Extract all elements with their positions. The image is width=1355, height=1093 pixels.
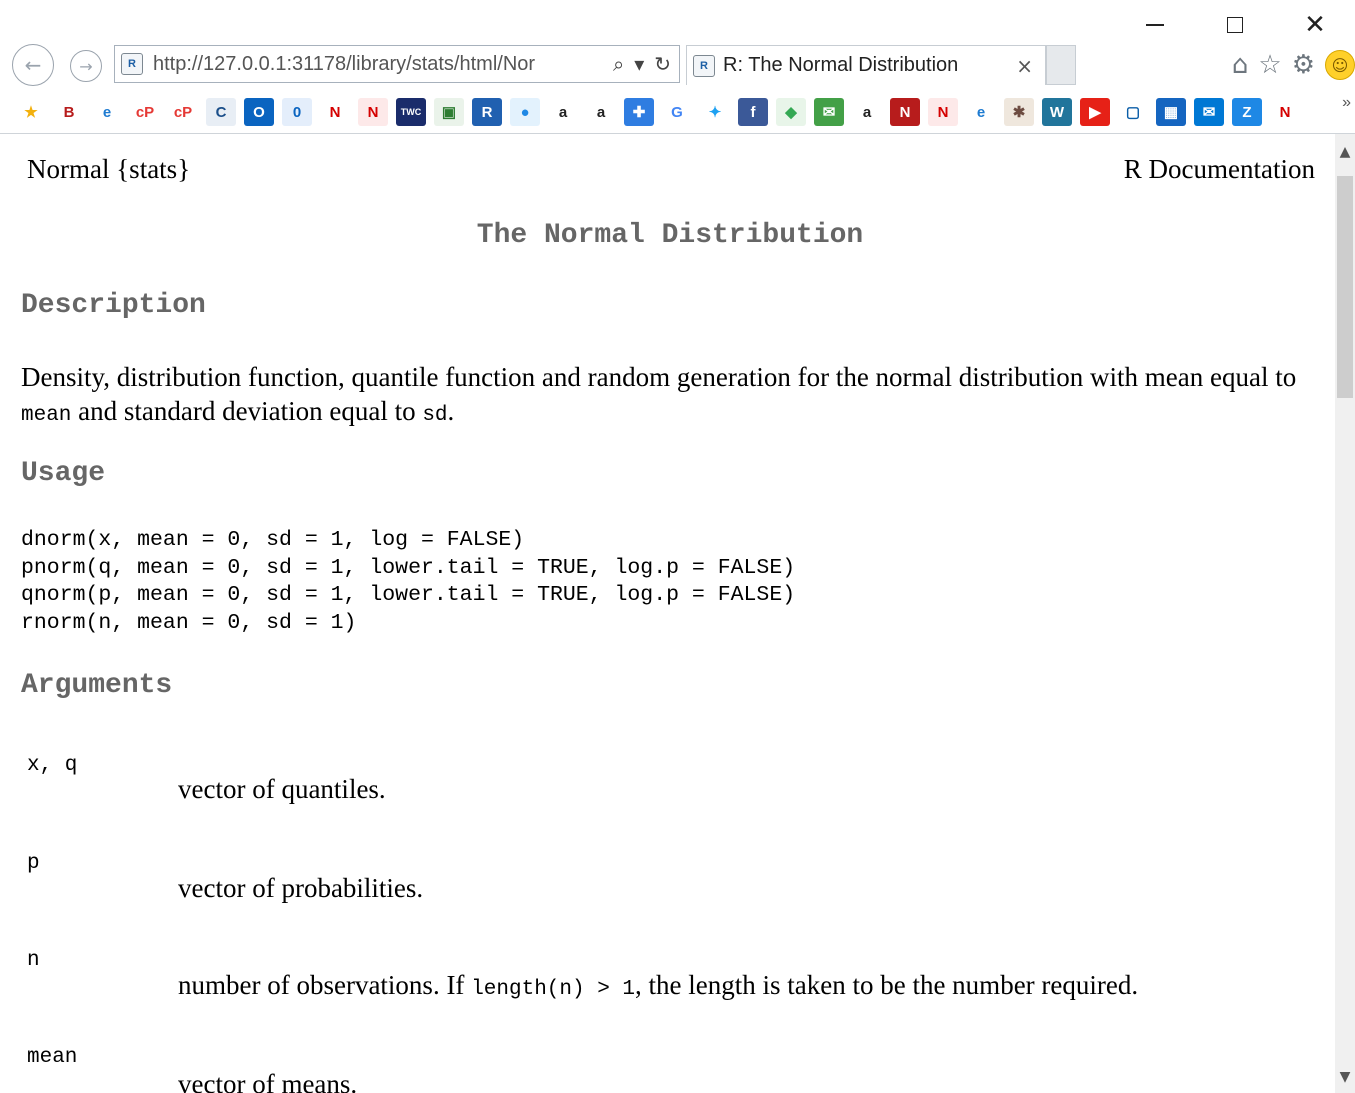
google-icon[interactable]: G bbox=[662, 98, 692, 126]
favorites-list: ★ Be cP cP C O 0 N N TWC ▣ R ● a a ✚ G ✦ f ◆ ✉ a N Ne ✱ W ▶ ▢ ▦ ✉ Z N bbox=[16, 98, 1300, 126]
navigation-bar: ← → R http://127.0.0.1:31178/library/sta… bbox=[0, 42, 1355, 92]
argument-name: p bbox=[27, 852, 40, 875]
new-tab-button[interactable] bbox=[1046, 45, 1076, 85]
dot-icon[interactable]: ● bbox=[510, 98, 540, 126]
amazon-icon[interactable]: a bbox=[548, 98, 578, 126]
code-length-n: length(n) > 1 bbox=[471, 978, 636, 1001]
argument-description: vector of means. bbox=[178, 1069, 358, 1093]
n-icon-2[interactable]: N bbox=[1270, 98, 1300, 126]
n-dark-icon[interactable]: N bbox=[890, 98, 920, 126]
n-box-icon-2[interactable]: N bbox=[928, 98, 958, 126]
chevron-more-icon[interactable]: » bbox=[1342, 94, 1351, 112]
mail-icon[interactable]: ✉ bbox=[1194, 98, 1224, 126]
zero-icon[interactable]: 0 bbox=[282, 98, 312, 126]
forward-arrow-icon: → bbox=[79, 56, 93, 76]
maps-icon[interactable]: ◆ bbox=[776, 98, 806, 126]
search-icon[interactable]: ⌕ bbox=[613, 52, 624, 76]
argument-name: mean bbox=[27, 1046, 78, 1069]
tab-favicon-icon: R bbox=[693, 54, 715, 77]
tab-title: R: The Normal Distribution bbox=[723, 54, 959, 76]
argument-description: vector of probabilities. bbox=[178, 873, 424, 903]
forward-button[interactable]: → bbox=[70, 50, 102, 82]
amazon-icon-2[interactable]: a bbox=[586, 98, 616, 126]
argument-name: x, q bbox=[27, 754, 78, 777]
dropdown-icon[interactable]: ▾ bbox=[634, 52, 644, 76]
tab-close-icon[interactable]: × bbox=[1016, 54, 1033, 78]
section-description-heading: Description bbox=[21, 290, 206, 321]
wordpress-icon[interactable]: W bbox=[1042, 98, 1072, 126]
section-arguments-heading: Arguments bbox=[21, 670, 173, 701]
back-button[interactable]: ← bbox=[12, 44, 54, 86]
scrollbar-thumb[interactable] bbox=[1337, 176, 1353, 398]
r-icon[interactable]: R bbox=[472, 98, 502, 126]
facebook-icon[interactable]: f bbox=[738, 98, 768, 126]
back-arrow-icon: ← bbox=[24, 53, 42, 77]
argument-name: n bbox=[27, 949, 40, 972]
image-icon[interactable]: ▣ bbox=[434, 98, 464, 126]
browser-tools: ⌂ ☆ ⚙ ☺ bbox=[1232, 50, 1355, 80]
amazon-icon-3[interactable]: a bbox=[852, 98, 882, 126]
twc-icon[interactable]: TWC bbox=[396, 98, 426, 126]
close-icon: ✕ bbox=[1304, 10, 1326, 40]
favorites-bar: ★ Be cP cP C O 0 N N TWC ▣ R ● a a ✚ G ✦ f ◆ ✉ a N Ne ✱ W ▶ ▢ ▦ ✉ Z N » bbox=[0, 92, 1355, 134]
favorites-star-icon[interactable]: ☆ bbox=[1258, 50, 1281, 80]
n-icon[interactable]: N bbox=[320, 98, 350, 126]
twitter-icon[interactable]: ✦ bbox=[700, 98, 730, 126]
argument-description: number of observations. If length(n) > 1… bbox=[178, 970, 1139, 1001]
home-icon[interactable]: ⌂ bbox=[1232, 50, 1249, 80]
topic-name: Normal {stats} bbox=[27, 154, 191, 184]
page-viewport: Normal {stats} R Documentation The Norma… bbox=[0, 134, 1335, 1093]
ie-icon[interactable]: e bbox=[92, 98, 122, 126]
smiley-feedback-icon[interactable]: ☺ bbox=[1325, 50, 1355, 80]
url-text[interactable]: http://127.0.0.1:31178/library/stats/htm… bbox=[153, 53, 583, 76]
tab-active[interactable]: R R: The Normal Distribution × bbox=[686, 45, 1046, 85]
b-icon[interactable]: B bbox=[54, 98, 84, 126]
code-mean: mean bbox=[21, 404, 72, 427]
maximize-button[interactable] bbox=[1215, 8, 1255, 42]
minimize-icon bbox=[1146, 24, 1164, 26]
scroll-up-icon[interactable]: ▲ bbox=[1335, 144, 1355, 160]
calendar-icon[interactable]: ▦ bbox=[1156, 98, 1186, 126]
bug-icon[interactable]: ✱ bbox=[1004, 98, 1034, 126]
argument-description: vector of quantiles. bbox=[178, 774, 386, 804]
doc-source: R Documentation bbox=[1123, 154, 1315, 184]
maximize-icon bbox=[1227, 17, 1243, 33]
page-title: The Normal Distribution bbox=[476, 220, 864, 251]
window-close-button[interactable]: ✕ bbox=[1295, 8, 1335, 42]
mail3-icon[interactable]: ✉ bbox=[814, 98, 844, 126]
doc-header: Normal {stats} R Documentation bbox=[27, 154, 1315, 185]
outlook-icon[interactable]: O bbox=[244, 98, 274, 126]
puzzle-icon[interactable]: ✚ bbox=[624, 98, 654, 126]
n-box-icon[interactable]: N bbox=[358, 98, 388, 126]
gear-icon[interactable]: ⚙ bbox=[1292, 50, 1315, 80]
cp-icon[interactable]: cP bbox=[130, 98, 160, 126]
section-usage-heading: Usage bbox=[21, 458, 106, 489]
vertical-scrollbar[interactable]: ▲ ▼ bbox=[1335, 134, 1355, 1093]
site-favicon-icon: R bbox=[121, 53, 143, 75]
code-sd: sd bbox=[422, 404, 448, 427]
minimize-button[interactable] bbox=[1135, 8, 1175, 42]
c-icon[interactable]: C bbox=[206, 98, 236, 126]
refresh-icon[interactable]: ↻ bbox=[654, 52, 671, 76]
scroll-down-icon[interactable]: ▼ bbox=[1335, 1069, 1355, 1085]
ie-icon-2[interactable]: e bbox=[966, 98, 996, 126]
z-icon[interactable]: Z bbox=[1232, 98, 1262, 126]
usage-code-block: dnorm(x, mean = 0, sd = 1, log = FALSE) … bbox=[21, 528, 796, 635]
cp-icon-2[interactable]: cP bbox=[168, 98, 198, 126]
youtube-icon[interactable]: ▶ bbox=[1080, 98, 1110, 126]
square-icon[interactable]: ▢ bbox=[1118, 98, 1148, 126]
description-paragraph: Density, distribution function, quantile… bbox=[21, 362, 1297, 427]
address-bar[interactable]: R http://127.0.0.1:31178/library/stats/h… bbox=[114, 45, 680, 83]
star-icon[interactable]: ★ bbox=[16, 98, 46, 126]
